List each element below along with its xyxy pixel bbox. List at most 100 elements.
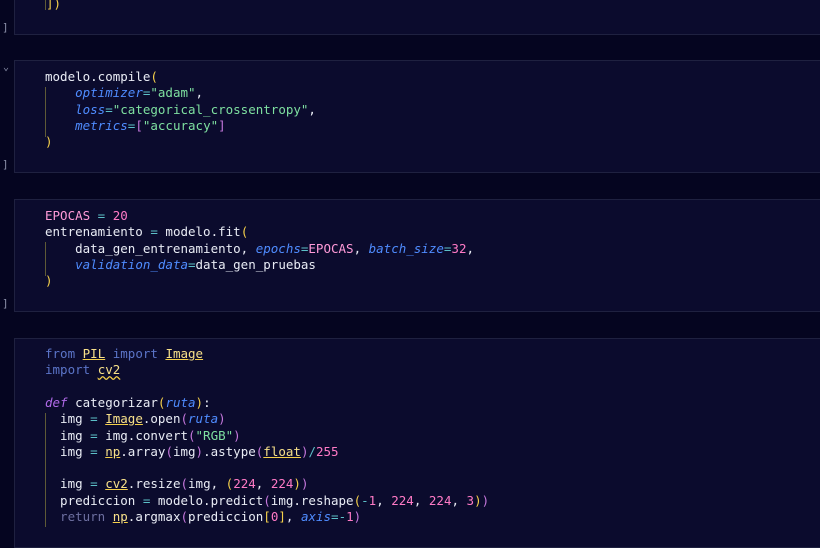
code-token: img (45, 411, 91, 427)
code-token: ) (45, 134, 53, 150)
cell-bracket: ] (2, 21, 9, 34)
code-token: .resize (127, 476, 181, 492)
code-token: ) (300, 476, 309, 492)
code-line: img = Image.open(ruta) (45, 411, 226, 427)
code-token: - (361, 492, 369, 508)
code-token: img (45, 476, 91, 492)
code-token: EPOCAS (45, 208, 91, 223)
code-token: 224 (270, 476, 294, 492)
code-token: ruta (188, 411, 219, 427)
code-token: 20 (112, 208, 128, 223)
code-token: Image (105, 411, 143, 427)
code-token: loss (75, 101, 106, 117)
code-token: categorizar (75, 394, 158, 410)
code-token: img.convert (97, 427, 188, 443)
code-line: from PIL import Image (45, 346, 203, 362)
code-token: =- (331, 509, 347, 524)
code-token: ( (188, 427, 196, 443)
code-token: 255 (316, 443, 339, 459)
code-cell-1[interactable] (14, 0, 820, 35)
code-token: ] (218, 117, 226, 133)
code-token: 224 (428, 492, 452, 508)
cell-bracket: ] (2, 297, 9, 310)
code-token: = (90, 208, 113, 223)
code-token: = (90, 411, 98, 427)
code-token: = (188, 256, 196, 272)
code-token: img (45, 443, 91, 459)
code-token: modelo.fit (157, 224, 241, 240)
code-token: img, (188, 476, 226, 492)
code-token: , (308, 101, 316, 117)
code-token: ( (180, 509, 189, 524)
code-token: 224 (391, 492, 414, 508)
code-token: , (353, 240, 369, 256)
code-token: EPOCAS (308, 240, 354, 256)
code-token: batch_size (368, 240, 444, 256)
code-line: return np.argmax(prediccion[0], axis=-1) (45, 509, 361, 525)
code-token: .array (120, 443, 166, 459)
code-token: np (112, 509, 128, 524)
code-token: , (413, 492, 429, 508)
code-token: ( (165, 443, 173, 459)
code-token: .astype (203, 443, 256, 459)
code-token: ( (150, 69, 158, 84)
collapse-chevron-icon[interactable]: ⌄ (3, 62, 9, 73)
code-line: import cv2 (45, 362, 120, 378)
code-token: = (90, 427, 98, 443)
code-token: = (150, 224, 158, 240)
code-token: ( (353, 492, 362, 508)
code-token: validation_data (75, 256, 188, 272)
code-line: EPOCAS = 20 (45, 208, 128, 224)
code-token: ) (195, 394, 204, 410)
code-token: Image (165, 346, 204, 361)
code-token: ) (45, 273, 53, 289)
code-token: ) (233, 427, 241, 443)
code-token: , (466, 240, 475, 256)
code-token: ) (195, 443, 204, 459)
code-token: [ (135, 117, 143, 133)
code-token: optimizer (75, 85, 143, 101)
code-token: ) (218, 411, 226, 427)
code-token: 224 (233, 476, 256, 492)
code-token: epochs (255, 240, 301, 256)
code-line: optimizer="adam", (45, 85, 203, 101)
code-token: data_gen_pruebas (195, 256, 316, 272)
code-token: ) (353, 509, 362, 524)
code-line: ) (45, 134, 53, 150)
code-token: / (308, 443, 316, 459)
code-line: modelo.compile( (45, 69, 158, 85)
code-token: = (105, 101, 113, 117)
code-token: ( (180, 476, 189, 492)
code-token: ) (474, 492, 482, 508)
code-token: cv2 (105, 476, 128, 492)
code-token: import (45, 362, 98, 378)
code-line: img = img.convert("RGB") (45, 428, 241, 444)
code-token: PIL (82, 346, 106, 361)
code-token: 1 (346, 509, 354, 524)
code-token: , (255, 476, 271, 492)
code-token: "RGB" (195, 427, 234, 443)
code-token: modelo.compile (45, 69, 151, 84)
code-token: "adam" (150, 85, 196, 101)
code-token: return (45, 509, 113, 524)
code-line: ) (45, 273, 53, 289)
code-token: img.reshape (270, 492, 354, 508)
code-token: = (90, 443, 98, 459)
code-token: ( (180, 411, 189, 427)
code-line: entrenamiento = modelo.fit( (45, 224, 248, 240)
code-token: img (172, 443, 196, 459)
code-token: : (203, 394, 211, 410)
code-token: modelo.predict (150, 492, 264, 508)
code-token: float (263, 443, 301, 459)
code-token: = (90, 476, 98, 492)
code-token: def (45, 394, 76, 410)
code-token: .argmax (127, 509, 181, 524)
code-token: ) (481, 492, 490, 508)
code-line: img = np.array(img).astype(float)/255 (45, 444, 339, 460)
code-token: img (45, 427, 91, 443)
code-token: [ (263, 509, 271, 524)
